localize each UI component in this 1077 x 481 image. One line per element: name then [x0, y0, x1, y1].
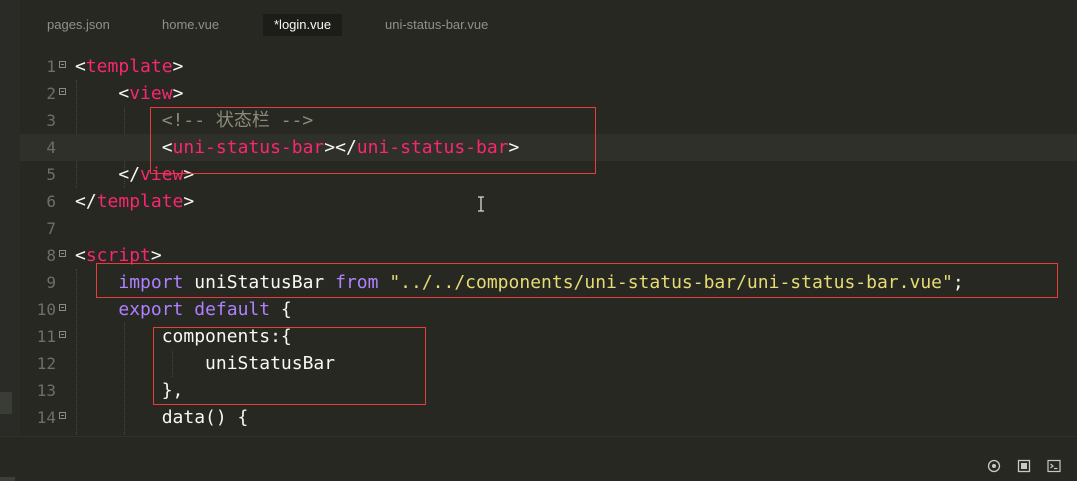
- code-line-current: 4 <uni-status-bar></uni-status-bar>: [20, 134, 1077, 161]
- line-number: 2: [46, 84, 56, 103]
- code-text: data() {: [161, 407, 249, 428]
- code-text: <view>: [118, 83, 184, 104]
- record-icon[interactable]: [987, 459, 1001, 473]
- fold-toggle-icon[interactable]: [59, 331, 66, 338]
- terminal-icon[interactable]: [1047, 459, 1061, 473]
- tab-login-vue[interactable]: *login.vue: [263, 14, 343, 36]
- code-text: },: [161, 380, 184, 401]
- code-line: 13 },: [20, 377, 1077, 404]
- line-number: 6: [46, 192, 56, 211]
- line-number: 13: [36, 381, 56, 400]
- status-bar-accent: [0, 477, 15, 481]
- line-number: 1: [46, 57, 56, 76]
- code-text: export default {: [118, 299, 292, 320]
- line-number: 11: [36, 327, 56, 346]
- code-line: 1 <template>: [20, 53, 1077, 80]
- editor-tab-bar: pages.json home.vue *login.vue uni-statu…: [20, 0, 1077, 46]
- code-editor[interactable]: 1 <template> 2 <view> 3 <!-- 状态栏 --> 4 <…: [20, 53, 1077, 435]
- line-number: 10: [36, 300, 56, 319]
- line-number: 4: [46, 138, 56, 157]
- code-line: 3 <!-- 状态栏 -->: [20, 107, 1077, 134]
- code-text: uniStatusBar: [205, 353, 336, 374]
- code-text: <script>: [75, 245, 162, 266]
- code-line: 7: [20, 215, 1077, 242]
- line-number: 5: [46, 165, 56, 184]
- code-text: import uniStatusBar from "../../componen…: [118, 272, 964, 293]
- text-cursor-icon: [478, 196, 484, 212]
- tab-uni-status-bar-vue[interactable]: uni-status-bar.vue: [374, 14, 499, 36]
- line-number: 7: [46, 219, 56, 238]
- code-text: </template>: [75, 191, 195, 212]
- fold-toggle-icon[interactable]: [59, 304, 66, 311]
- code-text: <!-- 状态栏 -->: [161, 110, 314, 131]
- activity-marker: [0, 392, 12, 414]
- code-line: 10 export default {: [20, 296, 1077, 323]
- code-line: 9 import uniStatusBar from "../../compon…: [20, 269, 1077, 296]
- code-line: 2 <view>: [20, 80, 1077, 107]
- fold-toggle-icon[interactable]: [59, 412, 66, 419]
- code-text: components:{: [161, 326, 292, 347]
- fold-toggle-icon[interactable]: [59, 61, 66, 68]
- activity-strip: [0, 0, 20, 480]
- code-line: 6 </template>: [20, 188, 1077, 215]
- fold-toggle-icon[interactable]: [59, 250, 66, 257]
- line-number: 3: [46, 111, 56, 130]
- code-line: 11 components:{: [20, 323, 1077, 350]
- fold-toggle-icon[interactable]: [59, 88, 66, 95]
- code-text: <template>: [75, 56, 184, 77]
- line-number: 14: [36, 408, 56, 427]
- tab-pages-json[interactable]: pages.json: [36, 14, 121, 36]
- line-number: 9: [46, 273, 56, 292]
- line-number: 12: [36, 354, 56, 373]
- code-line: 12 uniStatusBar: [20, 350, 1077, 377]
- status-bar: [0, 436, 1077, 481]
- code-text: <uni-status-bar></uni-status-bar>: [161, 137, 520, 158]
- code-text: </view>: [118, 164, 195, 185]
- stop-icon[interactable]: [1017, 459, 1031, 473]
- line-number: 8: [46, 246, 56, 265]
- code-line: 5 </view>: [20, 161, 1077, 188]
- code-line: 14 data() {: [20, 404, 1077, 431]
- tab-home-vue[interactable]: home.vue: [151, 14, 230, 36]
- code-line: 8 <script>: [20, 242, 1077, 269]
